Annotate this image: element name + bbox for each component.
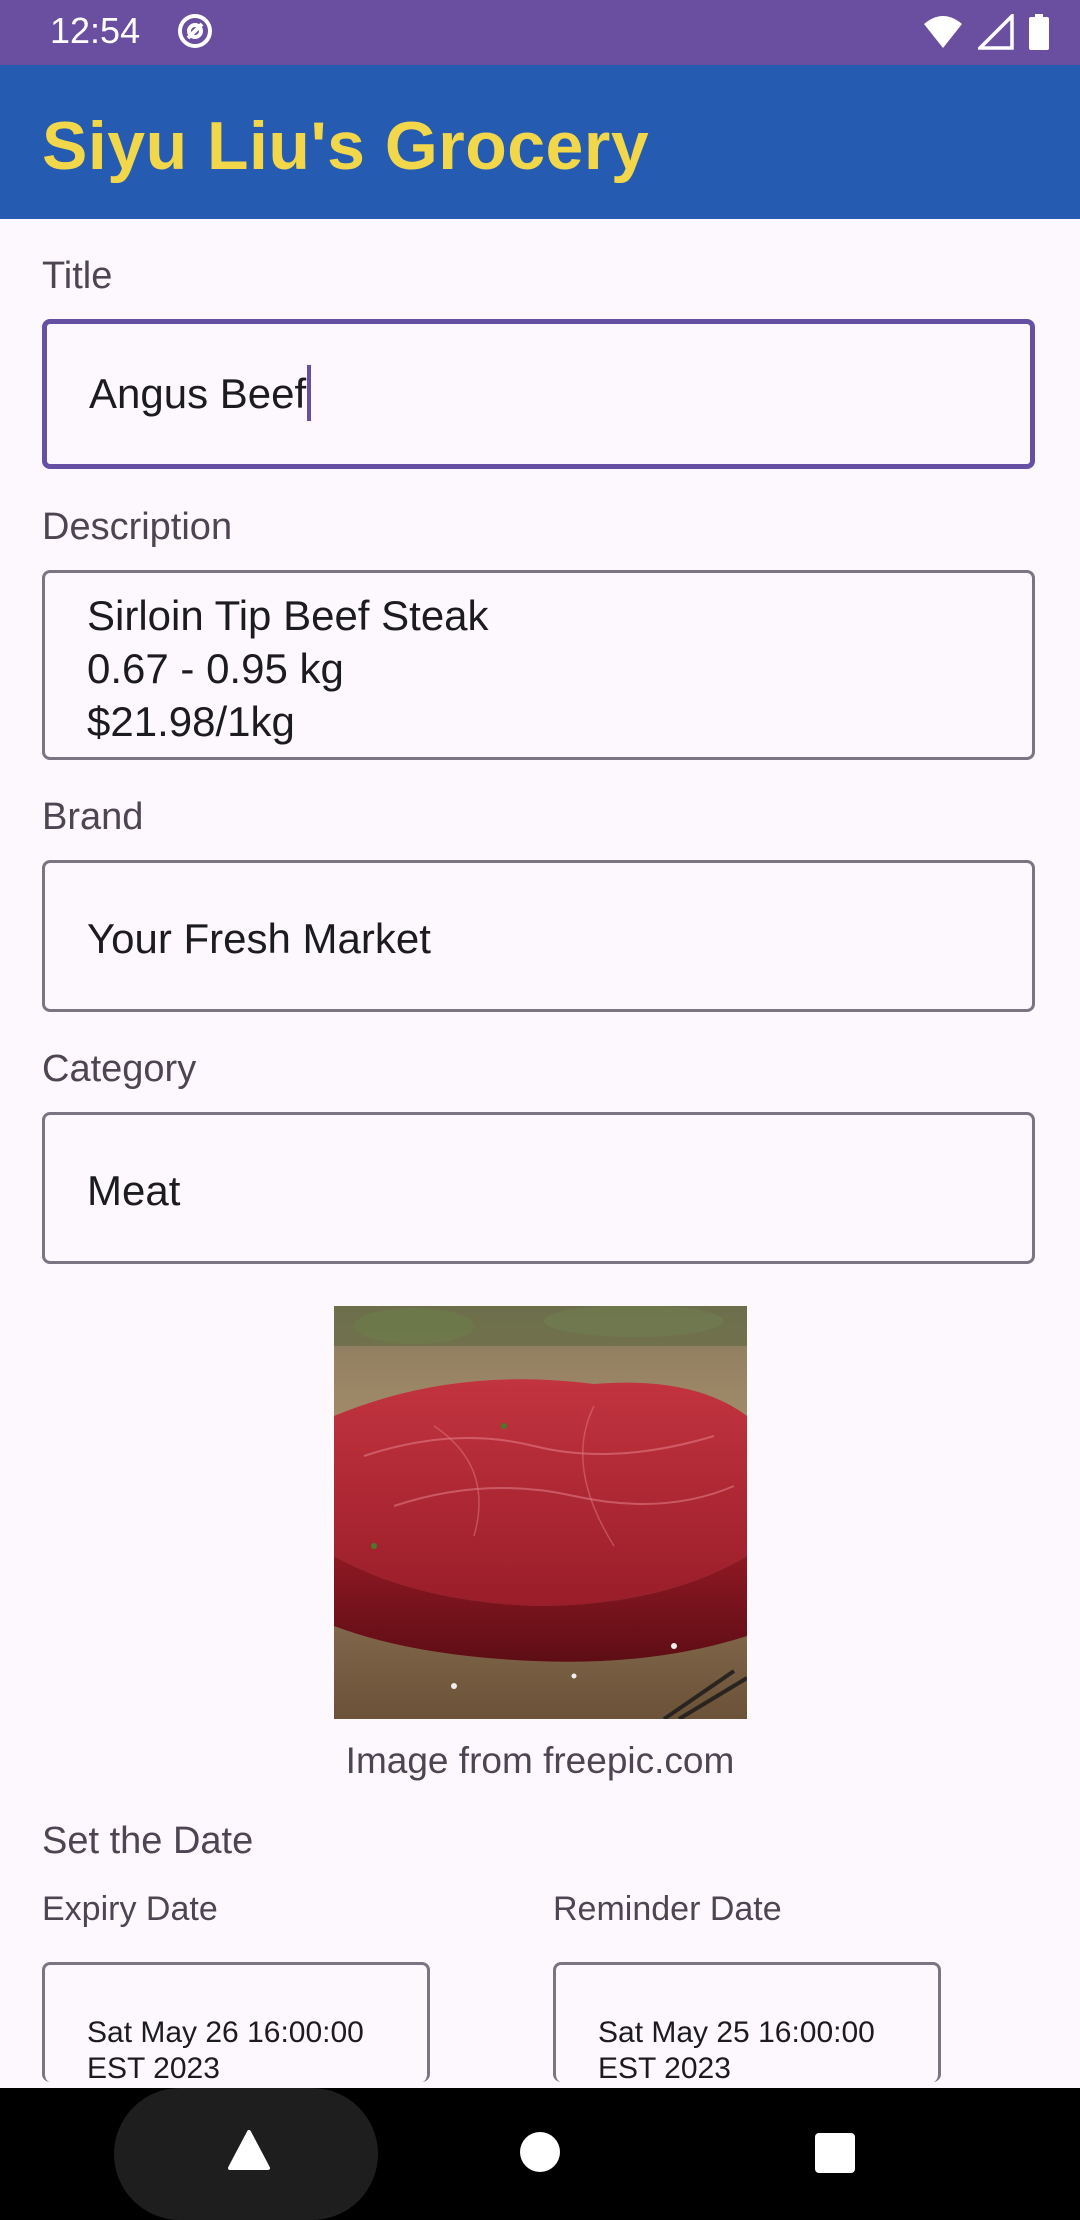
app-bar: Siyu Liu's Grocery	[0, 65, 1080, 219]
product-image[interactable]	[334, 1306, 747, 1719]
description-input[interactable]: Sirloin Tip Beef Steak 0.67 - 0.95 kg $2…	[42, 570, 1035, 760]
image-caption: Image from freepic.com	[345, 1740, 735, 1781]
description-label: Description	[42, 506, 233, 548]
home-circle-icon[interactable]	[519, 2131, 561, 2173]
description-text: Sirloin Tip Beef Steak 0.67 - 0.95 kg $2…	[87, 589, 489, 748]
title-input-value: Angus Beef	[89, 370, 307, 417]
description-line: Sirloin Tip Beef Steak	[87, 592, 489, 639]
description-line: $21.98/1kg	[87, 698, 295, 745]
brand-input-value: Your Fresh Market	[87, 915, 431, 962]
reminder-date-line1: Sat May 25 16:00:00	[598, 2016, 875, 2049]
title-label: Title	[42, 255, 113, 297]
status-time: 12:54	[50, 10, 141, 51]
expiry-date-line1: Sat May 26 16:00:00	[87, 2016, 364, 2049]
app-title: Siyu Liu's Grocery	[42, 108, 650, 184]
expiry-date-line2: EST 2023	[87, 2052, 220, 2085]
expiry-date-button[interactable]: Sat May 26 16:00:00 EST 2023	[42, 1962, 430, 2085]
battery-icon	[1029, 14, 1049, 50]
back-triangle-icon[interactable]	[226, 2128, 272, 2172]
expiry-date-label: Expiry Date	[42, 1890, 218, 1928]
reminder-date-button[interactable]: Sat May 25 16:00:00 EST 2023	[553, 1962, 941, 2085]
description-line: 0.67 - 0.95 kg	[87, 645, 344, 692]
signal-icon	[978, 14, 1014, 50]
brand-input[interactable]: Your Fresh Market	[42, 860, 1035, 1012]
at-sign-icon	[178, 14, 212, 48]
reminder-date-line2: EST 2023	[598, 2052, 731, 2085]
category-input-value: Meat	[87, 1167, 181, 1214]
text-caret	[307, 364, 312, 421]
category-input[interactable]: Meat	[42, 1112, 1035, 1264]
status-bar: 12:54	[0, 0, 1080, 65]
category-label: Category	[42, 1048, 197, 1090]
recents-square-icon[interactable]	[814, 2132, 856, 2174]
beef-steak-illustration	[334, 1306, 747, 1719]
system-nav-bar	[0, 2088, 1080, 2220]
title-input[interactable]: Angus Beef	[42, 319, 1035, 469]
reminder-date-label: Reminder Date	[553, 1890, 782, 1928]
brand-label: Brand	[42, 796, 144, 838]
wifi-icon	[924, 16, 962, 48]
set-date-title: Set the Date	[42, 1820, 254, 1862]
status-icons	[908, 14, 1050, 52]
